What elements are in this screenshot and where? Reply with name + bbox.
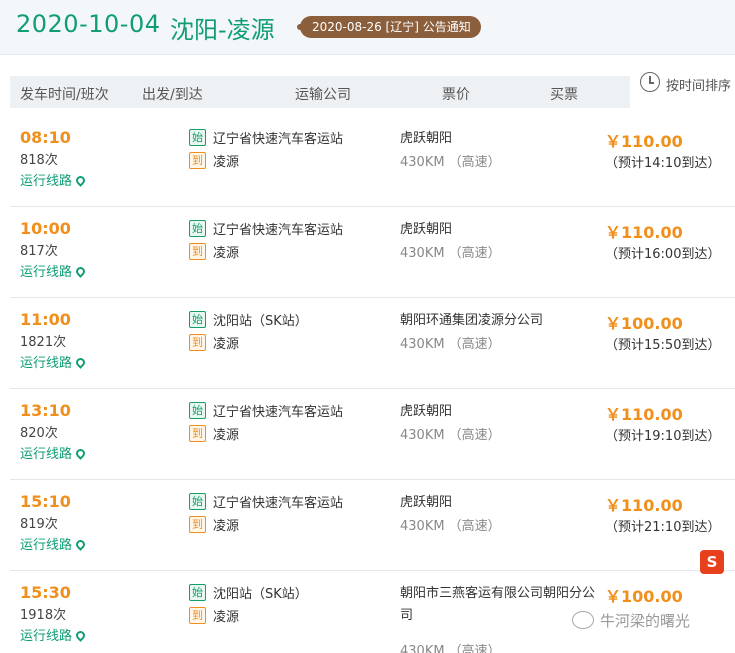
distance: 430KM （高速）: [400, 155, 501, 170]
col-company: 运输公司: [295, 87, 351, 103]
col-price: 票价: [442, 87, 470, 103]
table-row: 10:00 817次 运行线路 始 辽宁省快速汽车客运站 到 凌源 虎跃朝阳 4…: [10, 207, 735, 298]
estimated-arrival: （预计14:10到达）: [605, 156, 721, 171]
location-pin-icon: [74, 629, 87, 642]
route-link[interactable]: 运行线路: [20, 261, 87, 280]
bus-company: 虎跃朝阳: [400, 495, 453, 510]
estimated-arrival: （预计15:50到达）: [605, 338, 721, 353]
trip-number: 818次: [20, 153, 58, 168]
from-station: 辽宁省快速汽车客运站: [213, 132, 344, 147]
departure-time: 10:00: [20, 219, 71, 238]
start-tag: 始: [189, 220, 206, 237]
route-link[interactable]: 运行线路: [20, 170, 87, 189]
ticket-price[interactable]: ￥110.00: [605, 128, 683, 152]
location-pin-icon: [74, 447, 87, 460]
departure-time: 08:10: [20, 128, 71, 147]
from-station: 辽宁省快速汽车客运站: [213, 496, 344, 511]
distance: 430KM （高速）: [400, 428, 501, 443]
ticket-price[interactable]: ￥110.00: [605, 492, 683, 516]
ticket-price[interactable]: ￥110.00: [605, 219, 683, 243]
distance: 430KM （高速）: [400, 246, 501, 261]
col-buy: 买票: [550, 87, 578, 103]
table-row: 13:10 820次 运行线路 始 辽宁省快速汽车客运站 到 凌源 虎跃朝阳 4…: [10, 389, 735, 480]
departure-time: 13:10: [20, 401, 71, 420]
start-tag: 始: [189, 584, 206, 601]
departure-time: 15:30: [20, 583, 71, 602]
start-tag: 始: [189, 311, 206, 328]
end-tag: 到: [189, 516, 206, 533]
departure-time: 11:00: [20, 310, 71, 329]
route-link[interactable]: 运行线路: [20, 625, 87, 644]
start-tag: 始: [189, 493, 206, 510]
distance: 430KM （高速）: [400, 519, 501, 534]
location-pin-icon: [74, 174, 87, 187]
notice-badge[interactable]: 2020-08-26 [辽宁] 公告通知: [297, 16, 481, 38]
ticket-price[interactable]: ￥100.00: [605, 310, 683, 334]
start-tag: 始: [189, 129, 206, 146]
to-station: 凌源: [213, 610, 240, 625]
ticket-price[interactable]: ￥110.00: [605, 401, 683, 425]
location-pin-icon: [74, 265, 87, 278]
sogou-input-icon[interactable]: S: [700, 550, 724, 574]
bus-company: 虎跃朝阳: [400, 222, 453, 237]
to-station: 凌源: [213, 428, 240, 443]
sort-label: 按时间排序: [666, 79, 732, 94]
estimated-arrival: （预计21:10到达）: [605, 520, 721, 535]
start-tag: 始: [189, 402, 206, 419]
trip-number: 817次: [20, 244, 58, 259]
distance: 430KM （高速）: [400, 644, 501, 653]
ticket-price[interactable]: ￥100.00: [605, 583, 683, 607]
from-station: 沈阳站（SK站）: [213, 314, 308, 329]
route-link[interactable]: 运行线路: [20, 352, 87, 371]
end-tag: 到: [189, 607, 206, 624]
trip-number: 1821次: [20, 335, 67, 350]
bus-company: 虎跃朝阳: [400, 404, 453, 419]
from-station: 辽宁省快速汽车客运站: [213, 405, 344, 420]
trip-number: 819次: [20, 517, 58, 532]
to-station: 凌源: [213, 155, 240, 170]
to-station: 凌源: [213, 337, 240, 352]
departure-time: 15:10: [20, 492, 71, 511]
end-tag: 到: [189, 425, 206, 442]
table-row: 11:00 1821次 运行线路 始 沈阳站（SK站） 到 凌源 朝阳环通集团凌…: [10, 298, 735, 389]
table-row: 15:10 819次 运行线路 始 辽宁省快速汽车客运站 到 凌源 虎跃朝阳 4…: [10, 480, 735, 571]
to-station: 凌源: [213, 519, 240, 534]
estimated-arrival: （预计16:00到达）: [605, 247, 721, 262]
to-station: 凌源: [213, 246, 240, 261]
end-tag: 到: [189, 243, 206, 260]
table-row: 08:10 818次 运行线路 始 辽宁省快速汽车客运站 到 凌源 虎跃朝阳 4…: [10, 116, 735, 207]
trip-number: 820次: [20, 426, 58, 441]
watermark: 牛河梁的曙光: [572, 610, 690, 631]
location-pin-icon: [74, 538, 87, 551]
location-pin-icon: [74, 356, 87, 369]
clock-icon: [640, 72, 660, 92]
bus-company: 朝阳环通集团凌源分公司: [400, 313, 544, 328]
distance: 430KM （高速）: [400, 337, 501, 352]
col-time: 发车时间/班次: [20, 87, 109, 103]
bus-company: 虎跃朝阳: [400, 131, 453, 146]
route-title: 沈阳-凌源: [170, 16, 275, 44]
estimated-arrival: （预计19:10到达）: [605, 429, 721, 444]
table-header: 发车时间/班次 出发/到达 运输公司 票价 买票: [10, 76, 630, 108]
top-bar: 2020-10-04 沈阳-凌源 2020-08-26 [辽宁] 公告通知: [0, 0, 735, 55]
route-link[interactable]: 运行线路: [20, 443, 87, 462]
route-link[interactable]: 运行线路: [20, 534, 87, 553]
from-station: 沈阳站（SK站）: [213, 587, 308, 602]
end-tag: 到: [189, 152, 206, 169]
bus-company: 朝阳市三燕客运有限公司朝阳分公司: [400, 586, 596, 623]
from-station: 辽宁省快速汽车客运站: [213, 223, 344, 238]
end-tag: 到: [189, 334, 206, 351]
wechat-icon: [572, 611, 594, 629]
travel-date: 2020-10-04: [16, 10, 161, 38]
col-station: 出发/到达: [142, 87, 203, 103]
trip-number: 1918次: [20, 608, 67, 623]
